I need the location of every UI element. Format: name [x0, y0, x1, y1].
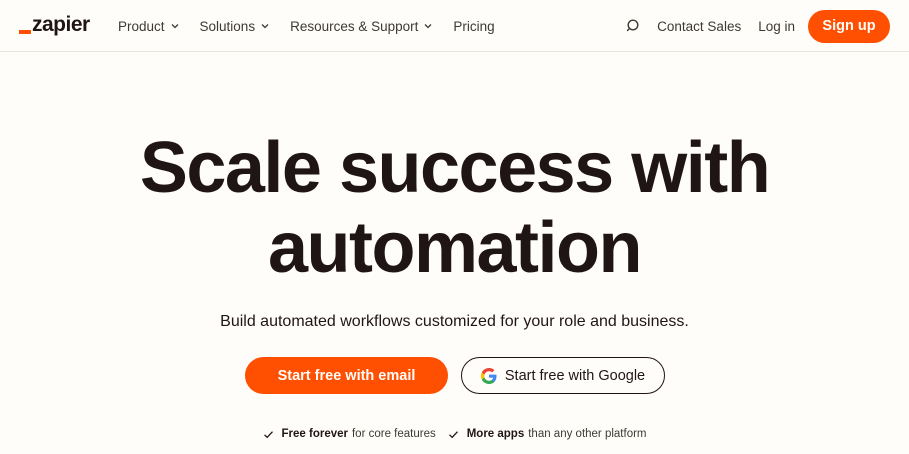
main-nav: Product Solutions Resources & Support Pr… — [118, 0, 515, 52]
feature-item: Free forever for core features — [263, 428, 436, 440]
nav-product-label: Product — [118, 18, 165, 34]
google-icon — [480, 367, 497, 384]
contact-sales-link[interactable]: Contact Sales — [657, 19, 741, 34]
check-icon — [263, 429, 274, 440]
nav-solutions-label: Solutions — [199, 18, 256, 34]
nav-product[interactable]: Product — [118, 19, 180, 34]
hero-subtitle: Build automated workflows customized for… — [220, 313, 689, 330]
login-link[interactable]: Log in — [758, 19, 795, 34]
hero-title-line1: Scale success with — [139, 128, 771, 208]
cta-row: Start free with email Start free with Go… — [245, 357, 665, 394]
logo-underscore — [19, 30, 31, 34]
nav-resources-support[interactable]: Resources & Support — [290, 19, 433, 34]
chevron-down-icon — [423, 21, 433, 31]
chevron-down-icon — [170, 21, 180, 31]
hero-title: Scale success with automation — [0, 128, 909, 288]
google-button-label: Start free with Google — [504, 367, 646, 384]
start-free-email-button[interactable]: Start free with email — [245, 357, 448, 394]
nav-pricing[interactable]: Pricing — [453, 19, 494, 34]
logo-text: zapier — [32, 13, 90, 36]
zapier-logo[interactable]: zapier — [19, 13, 90, 37]
check-icon — [448, 429, 459, 440]
nav-resources-label: Resources & Support — [290, 18, 419, 34]
top-navigation-bar: zapier Product Solutions Resources & Sup… — [0, 0, 909, 52]
chevron-down-icon — [260, 21, 270, 31]
feature-text: for core features — [351, 428, 436, 440]
nav-solutions[interactable]: Solutions — [200, 19, 271, 34]
feature-item: More apps than any other platform — [448, 428, 647, 440]
feature-highlights: Free forever for core features More apps… — [0, 428, 909, 440]
nav-pricing-label: Pricing — [453, 18, 495, 34]
feature-bold: Free forever — [281, 428, 348, 440]
feature-bold: More apps — [466, 428, 525, 440]
signup-button[interactable]: Sign up — [808, 9, 890, 43]
hero-title-line2: automation — [268, 208, 642, 288]
start-free-google-button[interactable]: Start free with Google — [461, 357, 665, 394]
search-icon[interactable] — [626, 18, 642, 34]
feature-text: than any other platform — [528, 428, 647, 440]
right-nav: Contact Sales Log in Sign up — [626, 0, 890, 52]
